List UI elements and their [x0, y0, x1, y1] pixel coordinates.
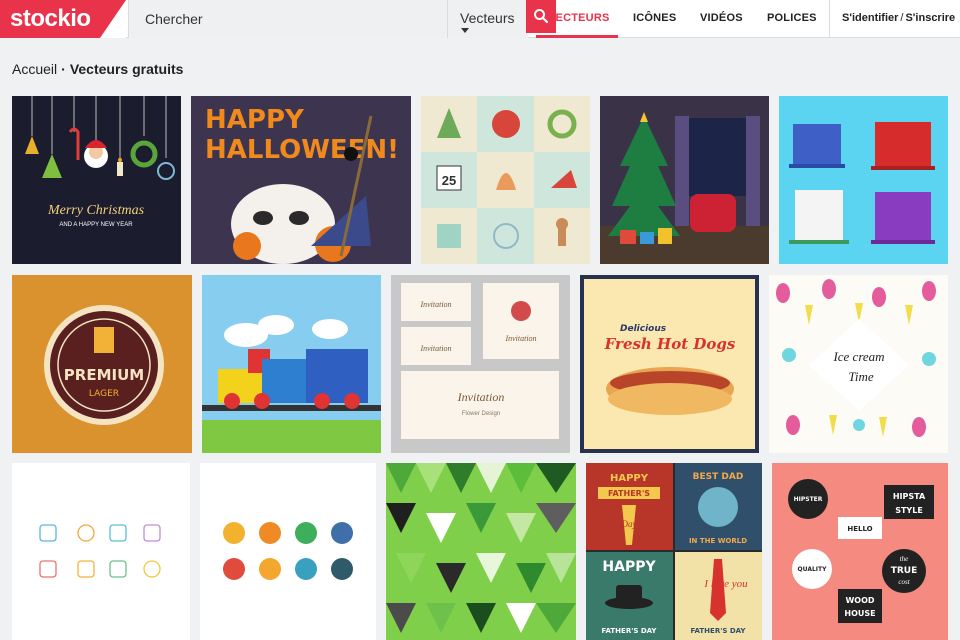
nav-vectors[interactable]: VECTEURS [548, 12, 610, 24]
nav-fonts[interactable]: POLICES [767, 12, 817, 24]
breadcrumb-home[interactable]: Accueil [12, 61, 57, 77]
thumb-ice-cream[interactable]: Ice cream Time [769, 275, 948, 453]
hipster-the: the [900, 555, 909, 563]
hotdog-line2: Fresh Hot Dogs [604, 335, 736, 353]
fathers-best-dad: BEST DAD [693, 472, 744, 482]
stockio-logo[interactable]: stockio [0, 0, 126, 38]
hipster-house: HOUSE [844, 609, 875, 618]
thumb-green-triangles[interactable] [386, 463, 576, 640]
nav-videos[interactable]: VIDÉOS [700, 12, 743, 24]
thumb-outline-icons[interactable] [12, 463, 190, 640]
thumb-premium-lager[interactable]: PREMIUM LAGER [12, 275, 192, 453]
fathers-day-cards: HAPPY FATHER'S Day BEST DAD IN THE WORLD… [586, 463, 762, 640]
nav-icons[interactable]: ICÔNES [633, 12, 676, 24]
hotdog-line1: Delicious [620, 324, 667, 334]
fathers-day-3: FATHER'S DAY [691, 627, 747, 635]
top-header: stockio Vecteurs VECTEURS ICÔNES VIDÉOS … [0, 0, 960, 38]
hipster-cost: cost [898, 578, 910, 586]
premium-title: PREMIUM [64, 366, 144, 384]
hipster-quality: QUALITY [798, 566, 828, 573]
search-type-select[interactable]: Vecteurs [447, 0, 529, 38]
christmas-title: Merry Christmas [47, 203, 145, 218]
christmas-illustration: Merry Christmas AND A HAPPY NEW YEAR [25, 96, 175, 228]
thumb-fathers-day[interactable]: HAPPY FATHER'S Day BEST DAD IN THE WORLD… [586, 463, 762, 640]
christmas-room-illustration [600, 112, 769, 264]
fathers-day-word: Day [621, 519, 637, 529]
breadcrumb-current: Vecteurs gratuits [69, 61, 184, 77]
search-bar: Vecteurs [128, 0, 528, 38]
halloween-line2: HALLOWEEN! [205, 135, 399, 165]
toy-train-illustration [202, 315, 381, 453]
invitation-cards: Invitation Invitation Invitation Invitat… [401, 283, 559, 439]
invitation-card-2: Invitation [504, 334, 536, 343]
hipster-true: TRUE [891, 566, 918, 576]
nav-divider [829, 0, 830, 38]
buildings-illustration [789, 122, 935, 244]
icecream-line1: Ice cream [832, 349, 884, 364]
flat-icons-set [223, 522, 353, 580]
fathers-happy-2: HAPPY [602, 559, 656, 575]
chevron-down-icon [461, 28, 469, 33]
invitation-subtitle: Flower Design [462, 411, 500, 417]
fathers-day-2: FATHER'S DAY [602, 627, 658, 635]
icecream-line2: Time [848, 369, 874, 384]
calendar-day: 25 [442, 173, 456, 188]
search-icon [534, 9, 549, 24]
ice-cream-pattern: Ice cream Time [776, 279, 936, 437]
thumb-christmas-icons[interactable]: 25 [421, 96, 590, 264]
hipster-hello: HELLO [847, 525, 872, 533]
invitation-card-4: Invitation [457, 390, 505, 404]
thumb-halloween[interactable]: HAPPY HALLOWEEN! [191, 96, 411, 264]
nav-active-indicator [536, 35, 618, 38]
fathers-fathers-1: FATHER'S [608, 489, 650, 498]
christmas-subtitle: AND A HAPPY NEW YEAR [59, 222, 133, 228]
triangle-pattern [386, 463, 576, 633]
fathers-i-love-you: I love you [703, 578, 748, 590]
christmas-icons-grid: 25 [421, 96, 590, 264]
thumb-buildings[interactable] [779, 96, 948, 264]
search-input[interactable] [129, 0, 447, 38]
invitation-card-3: Invitation [419, 344, 451, 353]
search-type-label: Vecteurs [460, 10, 515, 26]
thumb-christmas-ornaments[interactable]: Merry Christmas AND A HAPPY NEW YEAR [12, 96, 181, 264]
thumb-hot-dogs[interactable]: Delicious Fresh Hot Dogs [580, 275, 759, 453]
thumb-flat-icons[interactable] [200, 463, 376, 640]
halloween-line1: HAPPY [205, 105, 305, 135]
fathers-in-world: IN THE WORLD [689, 537, 747, 545]
thumb-christmas-room[interactable] [600, 96, 769, 264]
logo-text: stockio [10, 5, 91, 32]
thumb-floral-invitation[interactable]: Invitation Invitation Invitation Invitat… [391, 275, 570, 453]
hipster-badges-set: HIPSTER HIPSTA STYLE HELLO QUALITY the T… [788, 479, 934, 623]
premium-lager-badge: PREMIUM LAGER [44, 305, 164, 425]
breadcrumb: Accueil · Vecteurs gratuits [12, 61, 183, 77]
premium-subtitle: LAGER [89, 389, 119, 399]
auth-links: S'identifier / S'inscrire [842, 12, 955, 24]
outline-icons-set [39, 524, 161, 578]
hot-dog-poster: Delicious Fresh Hot Dogs [584, 279, 755, 449]
invitation-card-1: Invitation [419, 300, 451, 309]
hipster-wood: WOOD [845, 596, 874, 605]
signup-link[interactable]: S'inscrire [905, 12, 955, 24]
login-link[interactable]: S'identifier [842, 12, 898, 24]
halloween-illustration: HAPPY HALLOWEEN! [205, 105, 399, 264]
fathers-happy-1: HAPPY [610, 473, 649, 484]
thumb-toy-train[interactable] [202, 275, 381, 453]
hipster-hipsta: HIPSTA [893, 492, 926, 501]
hipster-style: STYLE [895, 506, 923, 515]
thumb-hipster-badges[interactable]: HIPSTER HIPSTA STYLE HELLO QUALITY the T… [772, 463, 948, 640]
hipster-badge-1: HIPSTER [794, 496, 823, 503]
breadcrumb-separator: · [61, 61, 66, 77]
